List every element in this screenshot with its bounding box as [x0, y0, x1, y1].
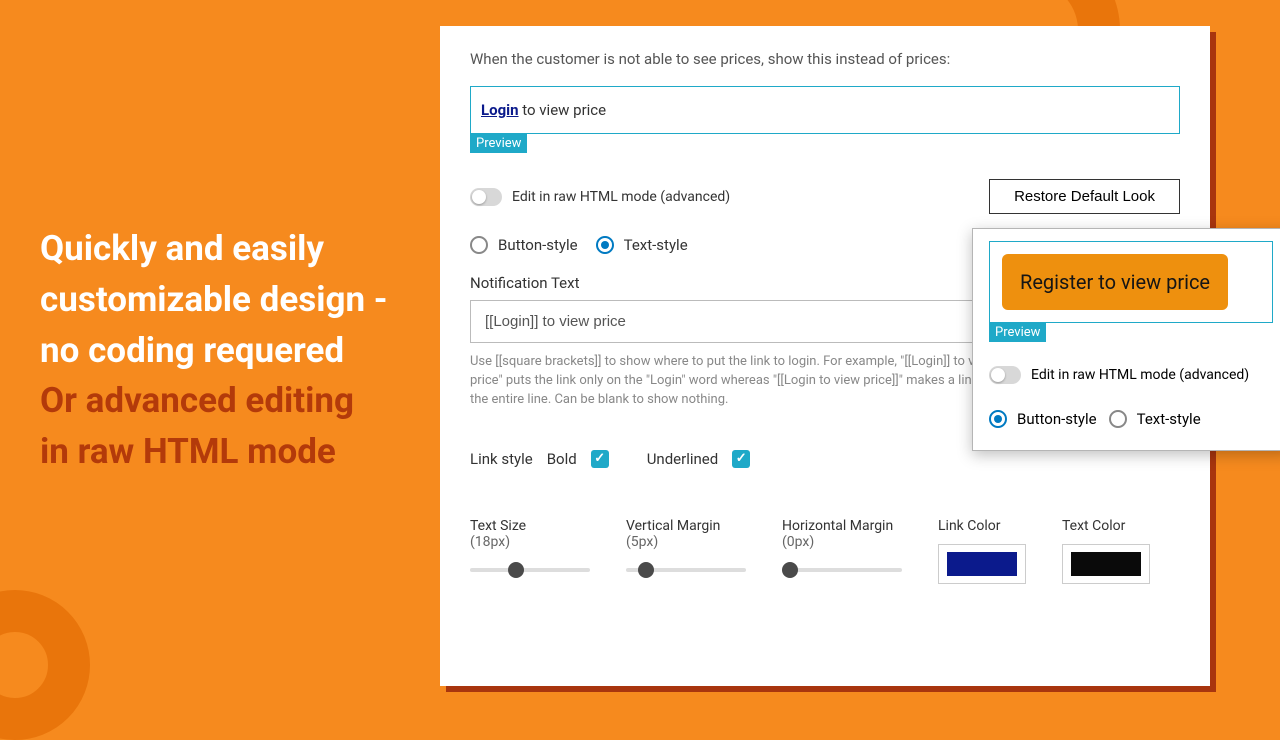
notification-help-text: Use [[square brackets]] to show where to…: [470, 353, 1010, 410]
overlay-raw-html-label: Edit in raw HTML mode (advanced): [1031, 367, 1249, 383]
overlay-preview-tag: Preview: [989, 323, 1046, 342]
underlined-label: Underlined: [647, 450, 719, 468]
marketing-line: Quickly and easily: [40, 224, 410, 275]
horizontal-margin-slider[interactable]: [782, 568, 902, 572]
bold-label: Bold: [547, 450, 577, 468]
link-style-row: Link style Bold ✓ Underlined ✓: [470, 450, 1180, 468]
preview-login-link[interactable]: Login: [481, 101, 519, 119]
radio-icon: [1109, 410, 1127, 428]
horizontal-margin-slider-group: Horizontal Margin (0px): [782, 518, 902, 572]
vertical-margin-slider[interactable]: [626, 568, 746, 572]
vertical-margin-label: Vertical Margin: [626, 518, 746, 534]
slider-thumb[interactable]: [638, 562, 654, 578]
marketing-line: no coding requered: [40, 326, 410, 377]
link-color-picker[interactable]: [938, 544, 1026, 584]
overlay-panel: Register to view price Preview Edit in r…: [972, 228, 1280, 451]
raw-html-toggle-label: Edit in raw HTML mode (advanced): [512, 189, 730, 205]
preview-box: Login to view price: [470, 86, 1180, 134]
radio-icon: [596, 236, 614, 254]
text-size-label: Text Size: [470, 518, 590, 534]
preview-tag: Preview: [470, 134, 527, 153]
radio-text-style[interactable]: Text-style: [596, 236, 688, 254]
slider-thumb[interactable]: [782, 562, 798, 578]
underlined-checkbox[interactable]: ✓: [732, 450, 750, 468]
marketing-line: Or advanced editing: [40, 376, 410, 427]
overlay-preview-box: Register to view price: [989, 241, 1273, 323]
text-size-slider[interactable]: [470, 568, 590, 572]
preview-rest-text: to view price: [519, 101, 607, 119]
link-color-swatch: [947, 552, 1017, 576]
slider-thumb[interactable]: [508, 562, 524, 578]
decorative-arc: [0, 590, 90, 740]
text-size-slider-group: Text Size (18px): [470, 518, 590, 572]
link-color-group: Link Color: [938, 518, 1026, 584]
vertical-margin-value: (5px): [626, 534, 746, 550]
register-button-preview[interactable]: Register to view price: [1002, 254, 1228, 310]
vertical-margin-slider-group: Vertical Margin (5px): [626, 518, 746, 572]
link-style-label: Link style: [470, 450, 533, 468]
horizontal-margin-label: Horizontal Margin: [782, 518, 902, 534]
marketing-headline: Quickly and easily customizable design -…: [40, 224, 410, 478]
text-color-group: Text Color: [1062, 518, 1150, 584]
text-color-swatch: [1071, 552, 1141, 576]
raw-html-toggle[interactable]: [470, 188, 502, 206]
marketing-line: customizable design -: [40, 275, 410, 326]
radio-icon: [470, 236, 488, 254]
overlay-style-radio-group: Button-style Text-style: [989, 410, 1273, 428]
sliders-row: Text Size (18px) Vertical Margin (5px) H…: [470, 518, 1180, 584]
overlay-raw-html-toggle[interactable]: [989, 366, 1021, 384]
restore-default-button[interactable]: Restore Default Look: [989, 179, 1180, 214]
bold-checkbox[interactable]: ✓: [591, 450, 609, 468]
overlay-radio-button-style[interactable]: Button-style: [989, 410, 1097, 428]
horizontal-margin-value: (0px): [782, 534, 902, 550]
text-color-label: Text Color: [1062, 518, 1150, 534]
marketing-line: in raw HTML mode: [40, 427, 410, 478]
radio-button-style[interactable]: Button-style: [470, 236, 578, 254]
text-color-picker[interactable]: [1062, 544, 1150, 584]
link-color-label: Link Color: [938, 518, 1026, 534]
intro-text: When the customer is not able to see pri…: [470, 50, 1180, 68]
radio-icon: [989, 410, 1007, 428]
text-size-value: (18px): [470, 534, 590, 550]
overlay-radio-text-style[interactable]: Text-style: [1109, 410, 1201, 428]
